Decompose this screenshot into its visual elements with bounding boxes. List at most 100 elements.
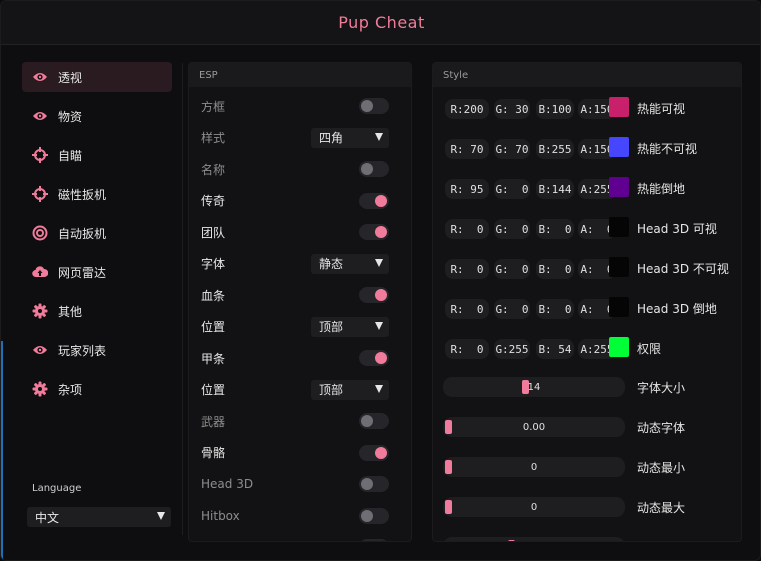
esp-toggle[interactable] (359, 476, 389, 492)
chevron-down-icon (157, 512, 165, 520)
esp-toggle[interactable] (359, 507, 389, 524)
esp-toggle[interactable] (359, 413, 389, 429)
slider[interactable]: 0.00 (443, 417, 625, 437)
color-label: Head 3D 不可视 (637, 262, 729, 276)
sidebar-item-8[interactable]: 杂项 (22, 374, 172, 404)
color-channel-b[interactable]: B:100 (536, 99, 574, 119)
crosshair-icon (32, 147, 48, 163)
color-channel-r[interactable]: R: 0 (445, 259, 489, 279)
color-swatch[interactable] (609, 137, 629, 157)
slider-label: 动态最小 (637, 461, 686, 475)
esp-toggle[interactable] (359, 161, 389, 177)
sidebar-item-1[interactable]: 物资 (22, 101, 172, 131)
sidebar-item-5[interactable]: 网页雷达 (22, 257, 172, 287)
sidebar-item-6[interactable]: 其他 (22, 296, 172, 326)
esp-row-label: Head 3D (201, 477, 254, 491)
color-channel-b[interactable]: B: 0 (536, 259, 574, 279)
sidebar-item-4[interactable]: 自动扳机 (22, 218, 172, 248)
esp-toggle[interactable] (359, 192, 389, 209)
language-select[interactable]: 中文 (27, 507, 171, 527)
sidebar-item-0[interactable]: 透视 (22, 62, 172, 92)
color-channel-g[interactable]: G: 0 (494, 219, 530, 239)
esp-combo-value: 顶部 (319, 320, 344, 334)
esp-toggle[interactable] (359, 224, 389, 240)
sidebar-item-label: 透视 (58, 70, 83, 85)
esp-toggle[interactable] (359, 350, 389, 366)
sidebar-item-label: 杂项 (58, 382, 83, 397)
language-value: 中文 (35, 510, 60, 525)
title-bar[interactable]: Pup Cheat (1, 1, 760, 45)
toggle-knob (375, 541, 387, 542)
sidebar-item-label: 磁性扳机 (58, 187, 107, 202)
esp-combo[interactable]: 顶部 (311, 379, 389, 400)
color-channel-g[interactable]: G: 30 (494, 99, 530, 119)
esp-toggle[interactable] (359, 287, 389, 303)
color-label: 热能不可视 (637, 142, 698, 156)
color-channel-g[interactable]: G: 0 (494, 179, 530, 199)
slider[interactable]: 14 (443, 377, 625, 397)
esp-toggle[interactable] (359, 539, 389, 542)
slider[interactable]: 0 (443, 497, 625, 517)
slider-value (443, 537, 625, 541)
target-icon (32, 225, 48, 241)
color-swatch[interactable] (609, 297, 629, 317)
esp-row: 团队 (201, 220, 389, 244)
color-channel-r[interactable]: R: 0 (445, 219, 489, 239)
color-channel-b[interactable]: B: 54 (536, 339, 574, 359)
esp-row-label: 武器 (201, 414, 226, 429)
color-channel-b[interactable]: B:144 (536, 179, 574, 199)
esp-row: 位置 顶部 (201, 315, 389, 339)
esp-row-label: Hitbox (201, 508, 240, 523)
eye-icon (32, 108, 48, 124)
esp-combo[interactable]: 静态 (311, 253, 389, 274)
esp-combo-value: 四角 (319, 131, 344, 145)
app-window: Pup Cheat Language 中文 透视 物资 自瞄 磁性扳机 自动扳机… (0, 0, 761, 561)
color-channel-b[interactable]: B:255 (536, 139, 574, 159)
color-row: R:200 G: 30 B:100 A:150 热能可视 (443, 97, 741, 121)
color-swatch[interactable] (609, 217, 629, 237)
color-swatch[interactable] (609, 97, 629, 117)
color-channel-g[interactable]: G: 0 (494, 259, 530, 279)
slider-label: 字体大小 (637, 381, 686, 395)
esp-combo[interactable]: 四角 (311, 127, 389, 148)
color-swatch[interactable] (609, 177, 629, 197)
slider-label: 动态最大 (637, 501, 686, 515)
chevron-down-icon (375, 384, 383, 393)
color-channel-g[interactable]: G: 70 (494, 139, 530, 159)
sidebar: Language 中文 透视 物资 自瞄 磁性扳机 自动扳机 网页雷达 其他 玩… (15, 59, 179, 549)
left-edge-accent (1, 341, 3, 560)
color-channel-r[interactable]: R: 95 (445, 179, 489, 199)
slider-value: 0.00 (522, 421, 546, 433)
color-row: R: 70 G: 70 B:255 A:150 热能不可视 (443, 137, 741, 161)
color-swatch[interactable] (609, 337, 629, 357)
esp-combo[interactable]: 顶部 (311, 316, 389, 337)
color-row: R: 0 G: 0 B: 0 A: 0 Head 3D 倒地 (443, 297, 741, 321)
esp-row-label: 骨骼 (201, 446, 226, 460)
color-channel-r[interactable]: R: 0 (445, 339, 489, 359)
sidebar-item-7[interactable]: 玩家列表 (22, 335, 172, 365)
color-row: R: 0 G: 0 B: 0 A: 0 Head 3D 可视 (443, 217, 741, 241)
slider[interactable]: 0 (443, 457, 625, 477)
slider[interactable] (443, 537, 625, 541)
esp-row-label: 样式 (201, 131, 226, 145)
esp-row: Hitbox (201, 504, 389, 528)
color-channel-b[interactable]: B: 0 (536, 299, 574, 319)
esp-row: 传奇 (201, 189, 389, 213)
color-channel-r[interactable]: R: 70 (445, 139, 489, 159)
crosshair-icon (32, 186, 48, 202)
esp-toggle[interactable] (359, 444, 389, 461)
color-channel-r[interactable]: R: 0 (445, 299, 489, 319)
toggle-knob (361, 100, 373, 112)
color-channel-g[interactable]: G: 0 (494, 299, 530, 319)
toggle-knob (361, 163, 373, 175)
esp-row-label: 团队 (201, 225, 226, 240)
sidebar-item-3[interactable]: 磁性扳机 (22, 179, 172, 209)
color-channel-r[interactable]: R:200 (445, 99, 489, 119)
esp-row: Head 3D (201, 472, 389, 496)
color-channel-b[interactable]: B: 0 (536, 219, 574, 239)
esp-toggle[interactable] (359, 98, 389, 114)
color-channel-g[interactable]: G:255 (494, 339, 530, 359)
color-swatch[interactable] (609, 257, 629, 277)
color-row: R: 95 G: 0 B:144 A:255 热能倒地 (443, 177, 741, 201)
sidebar-item-2[interactable]: 自瞄 (22, 140, 172, 170)
